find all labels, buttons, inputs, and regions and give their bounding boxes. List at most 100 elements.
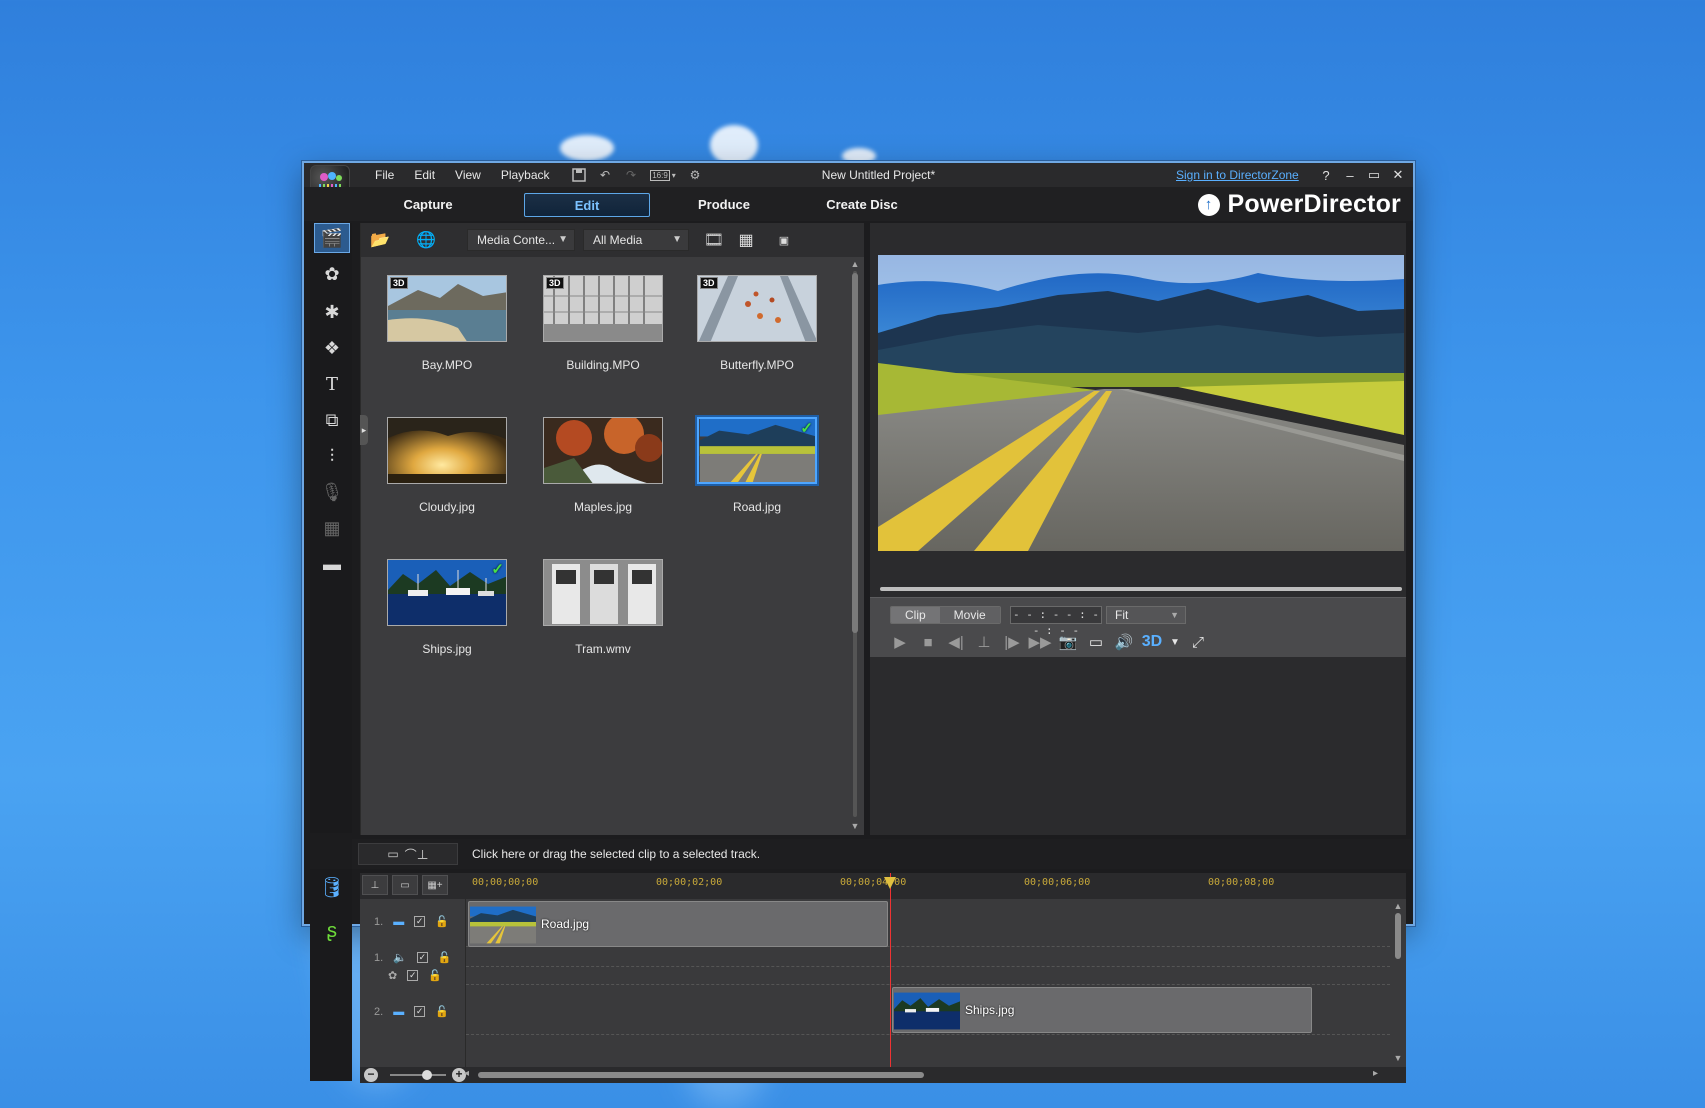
- timeline-hint-text[interactable]: Click here or drag the selected clip to …: [472, 839, 760, 869]
- menu-edit[interactable]: Edit: [405, 163, 444, 187]
- lock-icon[interactable]: 🔓: [435, 1005, 449, 1018]
- marker-tool-icon[interactable]: ⊥: [362, 875, 388, 895]
- menu-playback[interactable]: Playback: [492, 163, 559, 187]
- media-room-icon[interactable]: 🎬: [314, 223, 350, 253]
- timeline-ruler[interactable]: ⊥ ▭ ▦+ 00;00;00;00 00;00;02;00 00;00;04;…: [360, 873, 1406, 899]
- scroll-thumb[interactable]: [478, 1072, 924, 1078]
- lock-icon[interactable]: 🔓: [428, 969, 442, 982]
- maximize-icon[interactable]: ▭: [1367, 167, 1381, 183]
- import-folder-icon[interactable]: 📂: [367, 229, 393, 251]
- media-item[interactable]: 3D Building.MPO: [543, 275, 663, 375]
- redo-icon[interactable]: ↷: [622, 167, 640, 183]
- particle-room-icon[interactable]: ❖: [314, 333, 350, 363]
- fast-forward-icon[interactable]: ▶▶: [1028, 632, 1051, 652]
- subtitle-room-icon[interactable]: ▬: [314, 549, 350, 579]
- scroll-left-icon[interactable]: ◂: [464, 1068, 469, 1079]
- sign-in-link[interactable]: Sign in to DirectorZone: [1176, 163, 1299, 187]
- pip-objects-room-icon[interactable]: ✱: [314, 297, 350, 327]
- movie-mode-button[interactable]: Movie: [939, 607, 1000, 623]
- menu-view[interactable]: View: [446, 163, 490, 187]
- track-header-video-2[interactable]: 2. ▬ ✓ 🔓: [374, 1005, 449, 1019]
- track-manager-icon[interactable]: 🛢: [314, 869, 350, 905]
- minimize-icon[interactable]: –: [1343, 168, 1357, 183]
- magic-tools-icon[interactable]: ʂ: [314, 913, 350, 949]
- audio-lane-1[interactable]: [466, 947, 1390, 967]
- 3d-mode-button[interactable]: 3D: [1142, 632, 1162, 652]
- library-scrollbar[interactable]: ▲ ▼: [850, 259, 860, 831]
- play-icon[interactable]: ▶: [890, 632, 910, 652]
- undock-icon[interactable]: ⤢: [1188, 632, 1208, 652]
- scroll-down-icon[interactable]: ▼: [850, 821, 860, 831]
- voice-over-room-icon[interactable]: 🎙: [314, 477, 350, 507]
- help-icon[interactable]: ?: [1319, 168, 1333, 183]
- snapshot-icon[interactable]: 📷: [1058, 632, 1078, 652]
- split-icon[interactable]: ⊥: [974, 632, 994, 652]
- media-filter-dropdown[interactable]: All Media ▼: [583, 229, 689, 251]
- close-icon[interactable]: ✕: [1391, 167, 1405, 183]
- media-item[interactable]: ✓ Road.jpg: [697, 417, 817, 517]
- timeline-clip[interactable]: Road.jpg: [468, 901, 888, 947]
- media-content-dropdown[interactable]: Media Conte... ▼: [467, 229, 575, 251]
- scene-detection-icon[interactable]: 🎞: [701, 229, 727, 251]
- title-room-icon[interactable]: T: [314, 369, 350, 399]
- preview-progress-bar[interactable]: [880, 587, 1402, 591]
- track-enable-checkbox[interactable]: ✓: [414, 1006, 426, 1017]
- media-item[interactable]: Cloudy.jpg: [387, 417, 507, 517]
- timeline-vertical-scrollbar[interactable]: ▲ ▼: [1392, 901, 1404, 1065]
- track-area[interactable]: Road.jpg Ships.jpg: [466, 899, 1390, 1067]
- media-item[interactable]: Tram.wmv: [543, 559, 663, 659]
- lock-icon[interactable]: 🔓: [438, 951, 452, 964]
- lock-icon[interactable]: 🔓: [435, 915, 449, 928]
- media-item[interactable]: Maples.jpg: [543, 417, 663, 517]
- timeline-clip[interactable]: Ships.jpg: [892, 987, 1312, 1033]
- download-globe-icon[interactable]: 🌐: [413, 229, 439, 251]
- scroll-right-icon[interactable]: ▸: [1373, 1068, 1378, 1079]
- scroll-thumb[interactable]: [1395, 913, 1401, 959]
- upgrade-arrow-icon[interactable]: ↑: [1197, 193, 1220, 216]
- track-enable-checkbox[interactable]: ✓: [416, 952, 428, 963]
- stop-icon[interactable]: ■: [918, 632, 938, 652]
- scroll-up-icon[interactable]: ▲: [1393, 901, 1403, 911]
- zoom-fit-dropdown[interactable]: Fit ▼: [1106, 606, 1186, 624]
- zoom-out-icon[interactable]: −: [364, 1068, 378, 1082]
- scroll-up-icon[interactable]: ▲: [850, 259, 860, 269]
- thumbnail-size-icon[interactable]: ▣: [771, 229, 797, 251]
- media-item[interactable]: 3D Bay.MPO: [387, 275, 507, 375]
- track-header-audio-1[interactable]: 1. 🔈 ✓ 🔓: [374, 951, 452, 965]
- zoom-slider-track[interactable]: [390, 1074, 446, 1076]
- fx-lane[interactable]: [466, 967, 1390, 985]
- media-item[interactable]: ✓ Ships.jpg: [387, 559, 507, 659]
- storyboard-toggle-button[interactable]: ▭ ⌒⊥: [358, 843, 458, 865]
- playhead[interactable]: [890, 873, 891, 1067]
- tab-edit[interactable]: Edit: [524, 193, 650, 217]
- clip-tool-icon[interactable]: ▭: [392, 875, 418, 895]
- track-header-video-1[interactable]: 1. ▬ ✓ 🔓: [374, 915, 449, 929]
- chevron-down-icon[interactable]: ▼: [1170, 632, 1180, 652]
- scroll-thumb[interactable]: [852, 273, 858, 633]
- audio-mixing-room-icon[interactable]: ⫶: [314, 441, 350, 471]
- scroll-down-icon[interactable]: ▼: [1393, 1053, 1403, 1063]
- previous-frame-icon[interactable]: ◀|: [946, 632, 966, 652]
- track-header-fx[interactable]: ✿ ✓ 🔓: [388, 969, 442, 982]
- track-enable-checkbox[interactable]: ✓: [407, 970, 419, 981]
- undo-icon[interactable]: ↶: [596, 167, 614, 183]
- tab-create-disc[interactable]: Create Disc: [812, 193, 912, 217]
- media-item[interactable]: 3D Butterfly.MPO: [697, 275, 817, 375]
- save-icon[interactable]: [570, 167, 588, 183]
- zoom-slider-knob[interactable]: [422, 1070, 432, 1080]
- volume-icon[interactable]: 🔊: [1114, 632, 1134, 652]
- menu-file[interactable]: File: [366, 163, 403, 187]
- tab-capture[interactable]: Capture: [388, 193, 468, 217]
- preview-screen-icon[interactable]: ▭: [1086, 632, 1106, 652]
- timecode-field[interactable]: - - : - - : - - : - -: [1010, 606, 1102, 637]
- chapter-room-icon[interactable]: ▦: [314, 513, 350, 543]
- timeline-horizontal-scrollbar[interactable]: ◂ ▸: [464, 1068, 1378, 1080]
- transition-room-icon[interactable]: ⧉: [314, 405, 350, 435]
- next-frame-icon[interactable]: |▶: [1002, 632, 1022, 652]
- clip-mode-button[interactable]: Clip: [891, 607, 940, 623]
- add-track-icon[interactable]: ▦+: [422, 875, 448, 895]
- track-enable-checkbox[interactable]: ✓: [414, 916, 426, 927]
- grid-view-icon[interactable]: ▦: [733, 229, 759, 251]
- effect-room-icon[interactable]: ✿: [314, 259, 350, 289]
- tab-produce[interactable]: Produce: [684, 193, 764, 217]
